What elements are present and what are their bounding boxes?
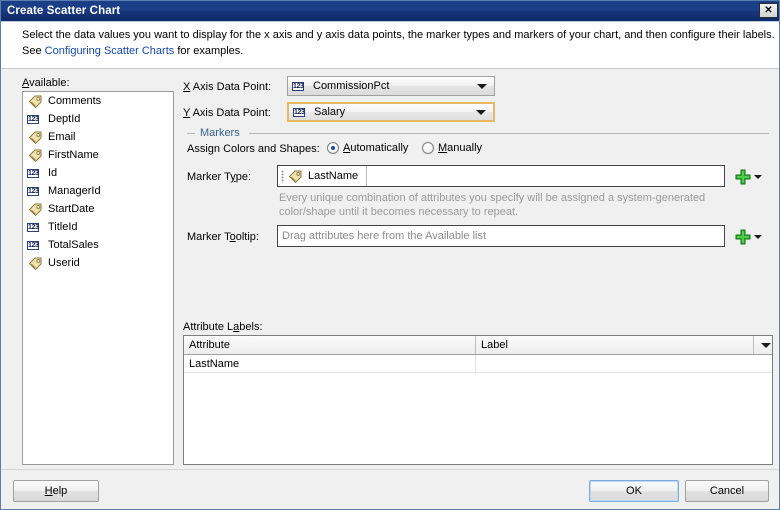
string-attribute-icon bbox=[287, 169, 303, 183]
chart-config-panel: X Axis Data Point: 123 CommissionPct Y A… bbox=[183, 69, 773, 469]
table-body: LastName bbox=[184, 355, 772, 373]
chevron-down-icon bbox=[477, 84, 487, 89]
dialog-body: Available: Comments 123 DeptId Email FirstNa… bbox=[1, 69, 780, 469]
cancel-button[interactable]: Cancel bbox=[685, 480, 769, 502]
list-item-label: ManagerId bbox=[48, 185, 101, 197]
list-item[interactable]: 123 Id bbox=[23, 164, 173, 182]
marker-tooltip-add-button[interactable] bbox=[735, 229, 762, 245]
number-attribute-icon: 123 bbox=[27, 166, 43, 180]
cell-label[interactable] bbox=[476, 355, 772, 372]
radio-automatically-indicator bbox=[327, 142, 339, 154]
instruction-line-2: See Configuring Scatter Charts for examp… bbox=[22, 45, 243, 57]
drag-handle-icon[interactable] bbox=[281, 170, 284, 183]
attribute-labels-table[interactable]: Attribute Label LastName bbox=[183, 335, 773, 465]
list-item[interactable]: 123 TitleId bbox=[23, 218, 173, 236]
available-label: Available: bbox=[22, 77, 70, 89]
column-header-attribute[interactable]: Attribute bbox=[184, 336, 476, 354]
string-attribute-icon bbox=[27, 94, 43, 108]
markers-group: Markers Assign Colors and Shapes: Automa… bbox=[187, 127, 769, 307]
marker-tooltip-placeholder: Drag attributes here from the Available … bbox=[282, 230, 486, 242]
list-item-label: StartDate bbox=[48, 203, 94, 215]
y-axis-data-point-combo[interactable]: 123 Salary bbox=[287, 102, 495, 122]
x-axis-value: CommissionPct bbox=[313, 80, 477, 92]
available-list[interactable]: Comments 123 DeptId Email FirstName 123 Id 123 M… bbox=[22, 91, 174, 465]
string-attribute-icon bbox=[27, 202, 43, 216]
table-header-row: Attribute Label bbox=[184, 336, 772, 355]
number-icon: 123 bbox=[292, 79, 308, 93]
help-button[interactable]: Help bbox=[13, 480, 99, 502]
group-divider-right bbox=[249, 133, 769, 134]
string-attribute-icon bbox=[27, 256, 43, 270]
chevron-down-icon[interactable] bbox=[754, 235, 762, 239]
marker-type-chip-label: LastName bbox=[308, 170, 358, 182]
marker-type-label: Marker Type: bbox=[187, 171, 251, 183]
list-item-label: Userid bbox=[48, 257, 80, 269]
list-item[interactable]: 123 DeptId bbox=[23, 110, 173, 128]
marker-type-hint-line-1: Every unique combination of attributes y… bbox=[279, 191, 705, 205]
radio-automatically[interactable]: Automatically bbox=[327, 142, 408, 154]
ok-button[interactable]: OK bbox=[589, 480, 679, 502]
list-item[interactable]: FirstName bbox=[23, 146, 173, 164]
close-icon[interactable]: ✕ bbox=[759, 3, 778, 18]
title-bar: Create Scatter Chart ✕ bbox=[1, 1, 780, 22]
marker-tooltip-label: Marker Tooltip: bbox=[187, 231, 259, 243]
list-item[interactable]: Comments bbox=[23, 92, 173, 110]
marker-type-hint-line-2: color/shape until it becomes necessary t… bbox=[279, 205, 518, 219]
radio-manually-label: Manually bbox=[438, 142, 482, 154]
radio-manually[interactable]: Manually bbox=[422, 142, 482, 154]
instruction-suffix: for examples. bbox=[174, 45, 243, 57]
table-row[interactable]: LastName bbox=[184, 355, 772, 373]
y-axis-label: Y Axis Data Point: bbox=[183, 107, 271, 119]
attribute-labels-label: Attribute Labels: bbox=[183, 321, 263, 333]
marker-tooltip-drop-area[interactable]: Drag attributes here from the Available … bbox=[277, 225, 725, 247]
list-item[interactable]: StartDate bbox=[23, 200, 173, 218]
marker-type-add-button[interactable] bbox=[735, 169, 762, 185]
list-item[interactable]: 123 ManagerId bbox=[23, 182, 173, 200]
x-axis-label: X Axis Data Point: bbox=[183, 81, 271, 93]
list-item-label: Comments bbox=[48, 95, 101, 107]
assign-colors-label: Assign Colors and Shapes: bbox=[187, 143, 320, 155]
markers-group-title: Markers bbox=[197, 127, 243, 139]
radio-manually-indicator bbox=[422, 142, 434, 154]
chevron-down-icon[interactable] bbox=[754, 175, 762, 179]
number-icon: 123 bbox=[293, 105, 309, 119]
list-item-label: FirstName bbox=[48, 149, 99, 161]
instruction-line-1: Select the data values you want to displ… bbox=[22, 29, 775, 41]
list-item-label: TitleId bbox=[48, 221, 78, 233]
list-item[interactable]: 123 TotalSales bbox=[23, 236, 173, 254]
marker-type-attribute-chip[interactable]: LastName bbox=[278, 166, 367, 186]
configuring-scatter-charts-link[interactable]: Configuring Scatter Charts bbox=[45, 45, 175, 57]
string-attribute-icon bbox=[27, 148, 43, 162]
group-divider-left bbox=[187, 133, 195, 134]
number-attribute-icon: 123 bbox=[27, 238, 43, 252]
instruction-prefix: See bbox=[22, 45, 45, 57]
marker-type-drop-area[interactable]: LastName bbox=[277, 165, 725, 187]
chevron-down-icon bbox=[476, 110, 486, 115]
number-attribute-icon: 123 bbox=[27, 184, 43, 198]
list-item-label: TotalSales bbox=[48, 239, 99, 251]
window-title: Create Scatter Chart bbox=[7, 5, 120, 17]
list-item-label: Email bbox=[48, 131, 76, 143]
number-attribute-icon: 123 bbox=[27, 112, 43, 126]
chevron-down-icon bbox=[761, 343, 771, 348]
string-attribute-icon bbox=[27, 130, 43, 144]
x-axis-data-point-combo[interactable]: 123 CommissionPct bbox=[287, 76, 495, 96]
create-scatter-chart-dialog: Create Scatter Chart ✕ Select the data v… bbox=[0, 0, 780, 510]
dialog-footer: Help OK Cancel bbox=[1, 469, 780, 510]
list-item[interactable]: Userid bbox=[23, 254, 173, 272]
y-axis-value: Salary bbox=[314, 106, 476, 118]
add-plus-icon bbox=[735, 229, 751, 245]
radio-automatically-label: Automatically bbox=[343, 142, 408, 154]
column-header-label[interactable]: Label bbox=[476, 336, 754, 354]
table-column-menu-button[interactable] bbox=[754, 336, 772, 354]
number-attribute-icon: 123 bbox=[27, 220, 43, 234]
add-plus-icon bbox=[735, 169, 751, 185]
list-item-label: Id bbox=[48, 167, 57, 179]
cell-attribute[interactable]: LastName bbox=[184, 355, 476, 372]
dialog-instructions: Select the data values you want to displ… bbox=[1, 22, 780, 69]
list-item[interactable]: Email bbox=[23, 128, 173, 146]
list-item-label: DeptId bbox=[48, 113, 80, 125]
